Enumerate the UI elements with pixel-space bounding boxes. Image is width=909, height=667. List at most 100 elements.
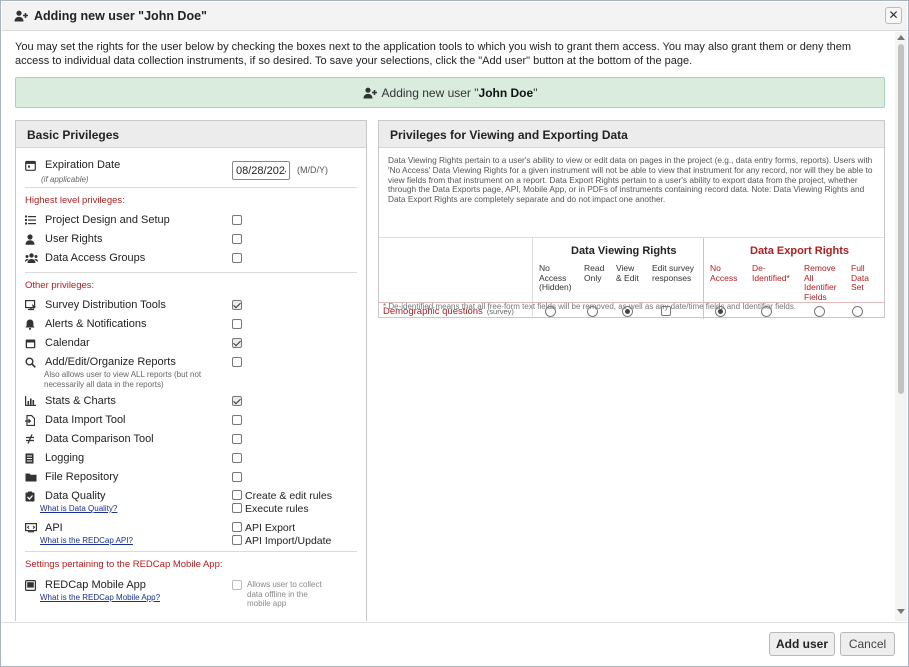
file-repository-checkbox[interactable] <box>232 472 242 482</box>
privilege-label: API <box>45 522 63 534</box>
viewing-exporting-panel: Privileges for Viewing and Exporting Dat… <box>378 120 885 319</box>
search-icon <box>25 357 40 368</box>
bar-chart-icon <box>25 396 40 406</box>
privilege-label: REDCap Mobile App <box>45 579 146 591</box>
logging-checkbox[interactable] <box>232 453 242 463</box>
date-format-hint: (M/D/Y) <box>297 165 328 175</box>
privilege-file-repository: File Repository <box>25 471 118 483</box>
user-rights-checkbox[interactable] <box>232 234 242 244</box>
stats-charts-checkbox[interactable] <box>232 396 242 406</box>
data-import-checkbox[interactable] <box>232 415 242 425</box>
expiration-label: Expiration Date <box>45 159 121 171</box>
banner-prefix: Adding new user " <box>381 85 479 100</box>
calendar-icon <box>25 160 40 171</box>
export-remove-identifiers-radio[interactable] <box>814 306 825 317</box>
privilege-label: File Repository <box>45 471 119 483</box>
user-icon <box>25 233 40 245</box>
privilege-label: Data Comparison Tool <box>45 433 154 445</box>
content-scrollbar[interactable] <box>895 32 907 621</box>
privilege-mobile-app: REDCap Mobile App <box>25 579 146 591</box>
alerts-checkbox[interactable] <box>232 319 242 329</box>
scrollbar-thumb[interactable] <box>898 44 904 394</box>
privilege-data-access-groups: Data Access Groups <box>25 252 145 264</box>
privilege-label: Alerts & Notifications <box>45 318 147 330</box>
privilege-user-rights: User Rights <box>25 233 102 245</box>
col-read-only: Read Only <box>584 263 605 283</box>
privilege-project-design: Project Design and Setup <box>25 214 170 226</box>
api-help-link[interactable]: What is the REDCap API? <box>40 536 133 545</box>
data-export-rights-title: Data Export Rights <box>750 245 850 257</box>
privilege-data-import: Data Import Tool <box>25 414 126 426</box>
export-full-radio[interactable] <box>852 306 863 317</box>
dq-execute-rules-label: Execute rules <box>245 503 309 515</box>
close-button[interactable]: ✕ <box>885 7 902 24</box>
banner-username: John Doe <box>478 85 534 100</box>
privilege-calendar: Calendar <box>25 337 90 349</box>
expiration-row: Expiration Date <box>25 159 120 171</box>
api-export-checkbox[interactable] <box>232 522 242 532</box>
project-design-checkbox[interactable] <box>232 215 242 225</box>
privilege-stats-charts: Stats & Charts <box>25 395 116 407</box>
privilege-data-comparison: Data Comparison Tool <box>25 433 154 445</box>
data-comparison-checkbox[interactable] <box>232 434 242 444</box>
privilege-label: User Rights <box>45 233 103 245</box>
privilege-label: Stats & Charts <box>45 395 116 407</box>
data-access-groups-checkbox[interactable] <box>232 253 242 263</box>
privilege-label: Project Design and Setup <box>45 214 170 226</box>
basic-privileges-title: Basic Privileges <box>16 121 366 148</box>
expiration-date-input[interactable] <box>232 161 290 180</box>
col-edit-survey: Edit survey responses <box>652 263 695 283</box>
privilege-label: Survey Distribution Tools <box>45 299 166 311</box>
add-user-icon <box>363 87 378 99</box>
divider <box>25 551 357 552</box>
viewing-description: Data Viewing Rights pertain to a user's … <box>388 155 873 205</box>
privilege-data-quality: Data Quality <box>25 490 106 502</box>
folder-icon <box>25 472 40 482</box>
col-view-edit: View & Edit <box>616 263 639 283</box>
calendar-icon <box>25 338 40 349</box>
scroll-up-icon[interactable] <box>897 35 905 40</box>
add-user-button[interactable]: Add user <box>769 632 835 656</box>
data-quality-help-link[interactable]: What is Data Quality? <box>40 504 117 513</box>
dialog-content: You may set the rights for the user belo… <box>2 32 895 621</box>
users-icon <box>25 253 40 263</box>
privilege-alerts: Alerts & Notifications <box>25 318 146 330</box>
reports-note: Also allows user to view ALL reports (bu… <box>44 370 202 389</box>
data-viewing-rights-title: Data Viewing Rights <box>571 245 677 257</box>
scroll-down-icon[interactable] <box>897 609 905 614</box>
calendar-checkbox[interactable] <box>232 338 242 348</box>
intro-text: You may set the rights for the user belo… <box>15 41 852 67</box>
survey-distribution-icon <box>25 299 40 311</box>
banner-suffix: " <box>533 85 538 100</box>
mobile-app-help-link[interactable]: What is the REDCap Mobile App? <box>40 593 160 602</box>
dialog-titlebar: Adding new user "John Doe" <box>2 2 907 31</box>
expiration-sub: (if applicable) <box>41 175 89 184</box>
basic-privileges-panel: Basic Privileges Expiration Date (if app… <box>15 120 367 621</box>
privilege-logging: Logging <box>25 452 84 464</box>
close-icon: ✕ <box>888 8 899 22</box>
clipboard-check-icon <box>25 491 40 502</box>
add-user-dialog: Adding new user "John Doe" ✕ You may set… <box>0 0 909 667</box>
col-export-deidentified: De-Identified* <box>752 263 790 283</box>
not-equal-icon <box>25 434 40 444</box>
api-import-checkbox[interactable] <box>232 535 242 545</box>
api-export-label: API Export <box>245 522 296 534</box>
privilege-api: API <box>25 522 63 534</box>
dq-create-rules-checkbox[interactable] <box>232 490 242 500</box>
reports-checkbox[interactable] <box>232 357 242 367</box>
list-icon <box>25 215 40 225</box>
tablet-icon <box>25 579 40 591</box>
dq-execute-rules-checkbox[interactable] <box>232 503 242 513</box>
col-export-full: Full Data Set <box>851 263 869 292</box>
survey-distribution-checkbox[interactable] <box>232 300 242 310</box>
other-privileges-label: Other privileges: <box>25 280 95 291</box>
dq-create-rules-label: Create & edit rules <box>245 490 332 502</box>
mobile-settings-label: Settings pertaining to the REDCap Mobile… <box>25 559 223 570</box>
file-import-icon <box>25 414 40 426</box>
privilege-label: Data Quality <box>45 490 106 502</box>
mobile-app-checkbox[interactable] <box>232 580 242 590</box>
cancel-button[interactable]: Cancel <box>840 632 895 656</box>
privilege-label: Data Access Groups <box>45 252 146 264</box>
mobile-app-note: Allows user to collect data offline in t… <box>247 580 322 608</box>
api-icon <box>25 523 40 533</box>
